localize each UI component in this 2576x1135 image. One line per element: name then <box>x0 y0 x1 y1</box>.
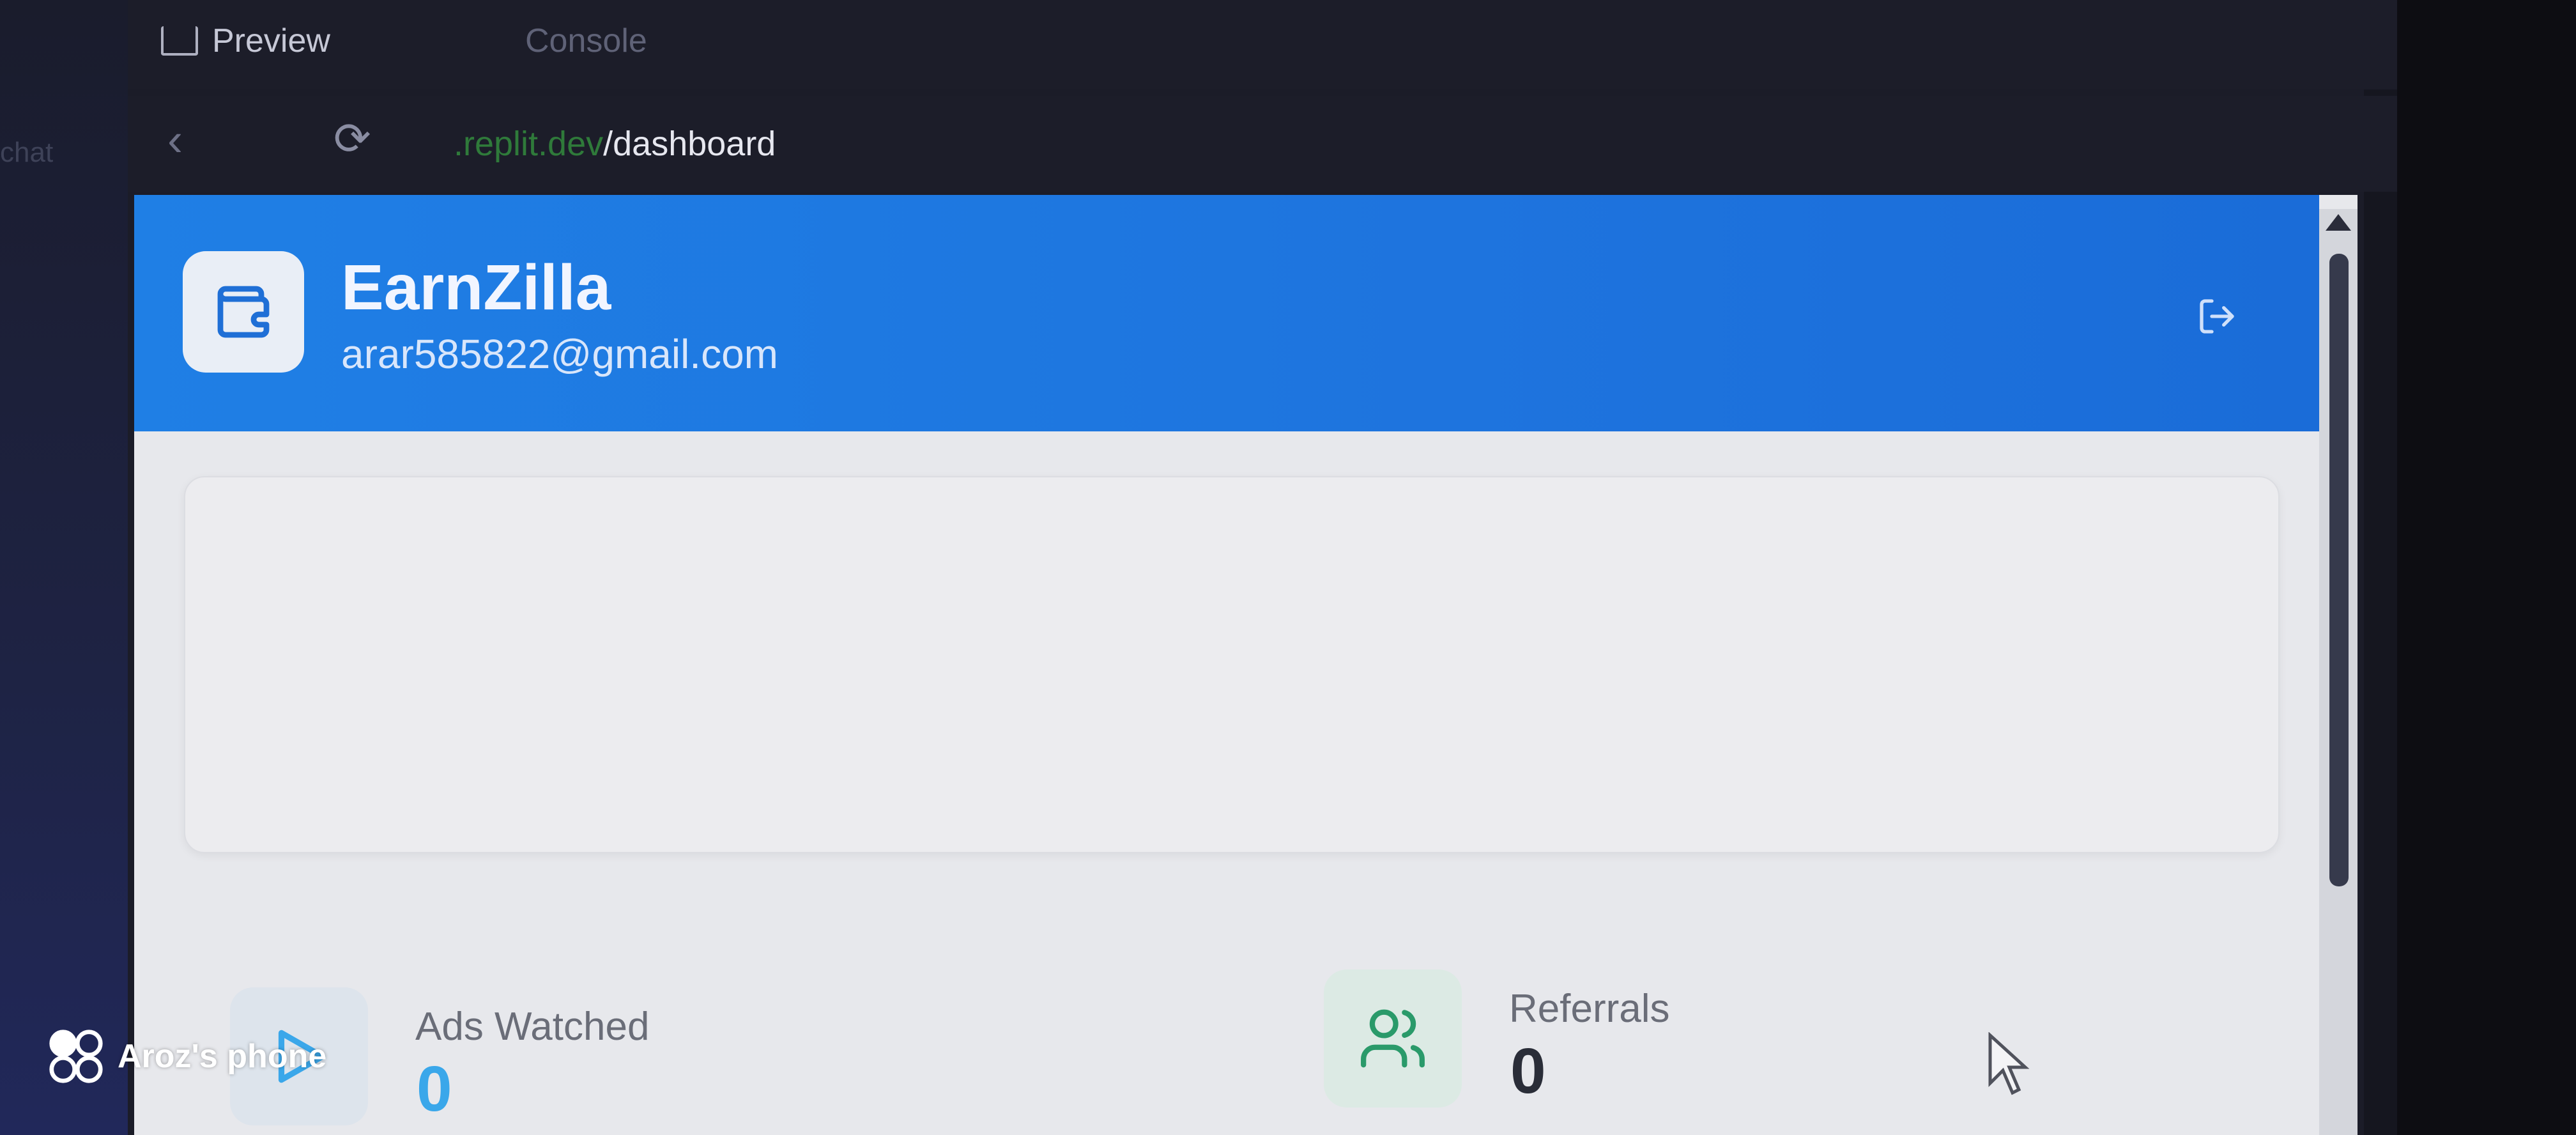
logout-icon <box>2200 299 2234 334</box>
stat-ads-value: 0 <box>417 1053 452 1125</box>
stat-referrals-value: 0 <box>1510 1035 1546 1107</box>
back-arrow-icon[interactable]: ‹ <box>167 114 183 166</box>
app-title: EarnZilla <box>341 252 611 323</box>
app-logo <box>183 251 304 373</box>
url-path: /dashboard <box>603 125 776 163</box>
users-icon <box>1361 1009 1425 1068</box>
scrollbar-thumb[interactable] <box>2329 254 2349 886</box>
preview-url-bar: ‹ ⟳ .replit.dev/dashboard <box>128 96 2397 192</box>
preview-icon <box>161 26 198 56</box>
tab-console-label: Console <box>525 22 647 59</box>
watermark-text: Aroz's phone <box>118 1038 327 1075</box>
window-right-bezel <box>2397 0 2576 1135</box>
tab-preview-label: Preview <box>212 22 330 59</box>
stat-referrals-label: Referrals <box>1509 987 1670 1031</box>
url-domain: .replit.dev <box>454 125 604 163</box>
watermark-logo-icon <box>49 1030 103 1083</box>
app-header: EarnZilla arar585822@gmail.com <box>134 195 2319 431</box>
mouse-cursor-icon <box>1987 1031 2032 1099</box>
stat-referrals-icon-box <box>1324 969 1462 1108</box>
sidebar-chat-label[interactable]: chat <box>0 137 53 169</box>
url-display[interactable]: .replit.dev/dashboard <box>454 124 776 164</box>
stat-ads-label: Ads Watched <box>415 1005 650 1049</box>
reload-icon[interactable]: ⟳ <box>334 112 371 165</box>
wallet-icon <box>217 286 270 338</box>
ide-tab-bar: Preview Console <box>128 0 2397 89</box>
window-left-bezel <box>0 0 128 1135</box>
preview-viewport: EarnZilla arar585822@gmail.com Ads Watch… <box>134 195 2358 1135</box>
tab-preview[interactable]: Preview <box>161 18 330 64</box>
ad-banner-card <box>184 476 2280 853</box>
tab-console[interactable]: Console <box>525 18 647 64</box>
user-email: arar585822@gmail.com <box>341 331 778 377</box>
logout-button[interactable] <box>2191 291 2242 342</box>
camera-watermark: Aroz's phone <box>47 1028 326 1085</box>
scroll-up-arrow-icon[interactable] <box>2326 214 2351 231</box>
